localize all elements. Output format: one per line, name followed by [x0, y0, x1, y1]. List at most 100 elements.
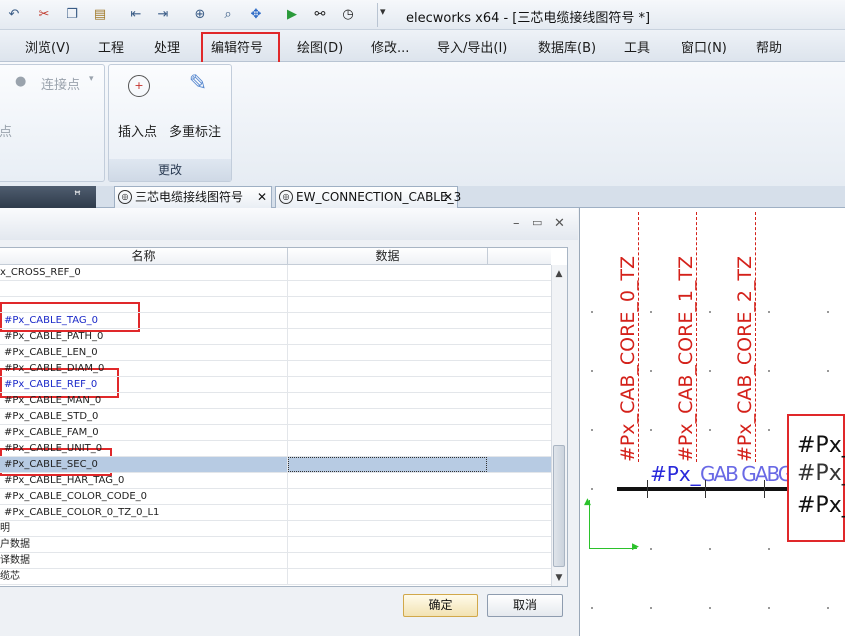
column-header-data[interactable]: 数据: [288, 248, 487, 265]
cell-divider: [287, 473, 288, 489]
multi-annotation-button[interactable]: 多重标注: [169, 121, 221, 140]
cable-tag-attribute[interactable]: #Px_: [650, 462, 701, 486]
paste-icon[interactable]: ▤: [90, 4, 110, 24]
table-row[interactable]: #Px_CABLE_COLOR_0_TZ_0_L1: [0, 505, 551, 521]
tab-modify[interactable]: 修改...: [371, 37, 409, 56]
table-row[interactable]: #Px_CABLE_COLOR_CODE_0: [0, 489, 551, 505]
table-row[interactable]: #Px_CABLE_STD_0: [0, 409, 551, 425]
copy-icon[interactable]: ❐: [62, 4, 82, 24]
table-row[interactable]: #Px_CABLE_PATH_0: [0, 329, 551, 345]
grid-dot: [650, 429, 652, 431]
cell-divider: [287, 313, 288, 329]
undo-icon[interactable]: ↶: [4, 4, 24, 24]
tab-label: EW_CONNECTION_CABLE_3: [296, 190, 462, 204]
attribute-label-2[interactable]: #Px_: [797, 461, 845, 486]
grid-dot: [768, 311, 770, 313]
multi-annotation-icon: ✎: [188, 71, 208, 96]
tab-process[interactable]: 处理: [154, 37, 180, 56]
clock-icon[interactable]: ◷: [338, 4, 358, 24]
cell-divider: [287, 297, 288, 313]
tab-project[interactable]: 工程: [98, 37, 124, 56]
dropdown-icon[interactable]: ▾: [380, 5, 386, 18]
scroll-up-icon[interactable]: ▲: [551, 266, 567, 282]
tab-window[interactable]: 窗口(N): [681, 37, 727, 56]
core-label-2[interactable]: #Px_CAB_CORE_2_TZ: [734, 256, 756, 462]
cell-data[interactable]: [288, 457, 487, 472]
cell-name: #Px_CABLE_LEN_0: [4, 347, 98, 358]
table-row[interactable]: #Px_CABLE_REF_0: [0, 377, 551, 393]
tab-database[interactable]: 数据库(B): [538, 37, 596, 56]
cell-name: #Px_CABLE_COLOR_CODE_0: [4, 491, 148, 502]
table-row[interactable]: #Px_CABLE_UNIT_0: [0, 441, 551, 457]
scroll-down-icon[interactable]: ▼: [551, 570, 567, 586]
cut-icon[interactable]: ✂: [34, 4, 54, 24]
column-header-name[interactable]: 名称: [0, 248, 287, 265]
cell-name: #Px_CABLE_PATH_0: [4, 331, 104, 342]
ok-button[interactable]: 确定: [403, 594, 478, 617]
table-row[interactable]: 译数据: [0, 553, 551, 569]
symbol-icon: ◎: [279, 190, 293, 204]
core-tick: [705, 480, 706, 498]
pin-icon[interactable]: ꟸ: [74, 188, 81, 202]
close-icon[interactable]: ✕: [443, 187, 453, 207]
partial-button-label[interactable]: 点: [0, 121, 12, 140]
table-row[interactable]: 户数据: [0, 537, 551, 553]
connect-point-button[interactable]: 连接点: [41, 74, 80, 93]
zoom-fit-icon[interactable]: ⊕: [190, 4, 210, 24]
ribbon-group-label: 更改: [109, 159, 231, 181]
ribbon-group-modify: + ✎ 插入点 多重标注 更改: [108, 64, 232, 182]
maximize-icon[interactable]: ▭: [532, 216, 542, 229]
connect-point-icon: ●: [15, 74, 27, 89]
table-row[interactable]: #Px_CABLE_DIAM_0: [0, 361, 551, 377]
menu-bar: 浏览(V) 工程 处理 编辑符号 绘图(D) 修改... 导入/导出(I) 数据…: [0, 30, 845, 62]
export-icon[interactable]: ⇥: [153, 4, 173, 24]
table-row[interactable]: #Px_CABLE_HAR_TAG_0: [0, 473, 551, 489]
attribute-label-3[interactable]: #Px_: [797, 493, 845, 518]
core-label-0[interactable]: #Px_CAB_CORE_0_TZ: [617, 256, 639, 462]
table-row[interactable]: #Px_CABLE_SEC_0: [0, 457, 551, 473]
tab-draw[interactable]: 绘图(D): [297, 37, 343, 56]
cell-name: 户数据: [0, 539, 30, 550]
cell-name: #Px_CABLE_HAR_TAG_0: [4, 475, 125, 486]
toolbar-separator: [372, 3, 378, 27]
table-row[interactable]: #Px_CABLE_MAN_0: [0, 393, 551, 409]
table-row[interactable]: [0, 297, 551, 313]
tab-browse[interactable]: 浏览(V): [25, 37, 70, 56]
ucs-y-axis: [589, 500, 590, 548]
zoom-icon[interactable]: ⌕: [218, 4, 238, 24]
binoculars-icon[interactable]: ⚯: [310, 4, 330, 24]
table-row[interactable]: x_CROSS_REF_0: [0, 265, 551, 281]
table-row[interactable]: #Px_CABLE_FAM_0: [0, 425, 551, 441]
table-row[interactable]: #Px_CABLE_LEN_0: [0, 345, 551, 361]
window-title: elecworks x64 - [三芯电缆接线图符号 *]: [406, 11, 651, 26]
tab-import-export[interactable]: 导入/导出(I): [437, 37, 507, 56]
chevron-down-icon[interactable]: ▾: [89, 74, 94, 84]
minimize-icon[interactable]: –: [513, 216, 520, 231]
tab-document-2[interactable]: ◎ EW_CONNECTION_CABLE_3 ✕: [275, 186, 462, 208]
core-label-1[interactable]: #Px_CAB_CORE_1_TZ: [675, 256, 697, 462]
import-icon[interactable]: ⇤: [126, 4, 146, 24]
cell-divider: [287, 425, 288, 441]
tab-help[interactable]: 帮助: [756, 37, 782, 56]
close-icon[interactable]: ✕: [554, 216, 565, 231]
grid-dot: [650, 370, 652, 372]
scrollbar-thumb[interactable]: [553, 445, 565, 567]
table-row[interactable]: [0, 281, 551, 297]
grid-dot: [650, 607, 652, 609]
cell-divider: [287, 569, 288, 585]
refresh-icon[interactable]: ▶: [282, 4, 302, 24]
pan-icon[interactable]: ✥: [246, 4, 266, 24]
attribute-label-1[interactable]: #Px_: [797, 433, 845, 458]
insert-point-button[interactable]: 插入点: [118, 121, 157, 140]
column-divider: [487, 248, 488, 265]
tab-tools[interactable]: 工具: [624, 37, 650, 56]
cell-name: #Px_CABLE_STD_0: [4, 411, 99, 422]
cancel-button[interactable]: 取消: [487, 594, 563, 617]
table-row[interactable]: 缆芯: [0, 569, 551, 585]
dialog-titlebar[interactable]: [0, 208, 578, 240]
close-icon[interactable]: ✕: [257, 187, 267, 207]
table-row[interactable]: #Px_CABLE_TAG_0: [0, 313, 551, 329]
table-row[interactable]: 明: [0, 521, 551, 537]
tab-document-1[interactable]: ◎ 三芯电缆接线图符号 ✕: [114, 186, 272, 208]
cell-divider: [287, 377, 288, 393]
